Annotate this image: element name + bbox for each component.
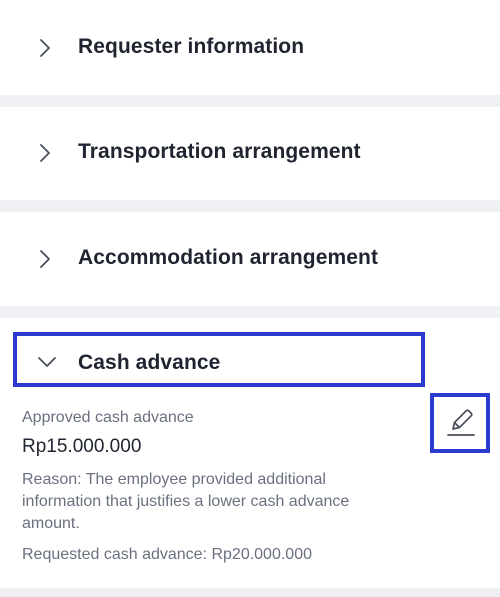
chevron-right-icon (40, 144, 50, 162)
cash-advance-toggle[interactable]: Cash advance (13, 332, 425, 387)
transportation-arrangement-toggle[interactable]: Transportation arrangement (0, 107, 500, 200)
chevron-down-icon (38, 357, 56, 367)
approved-cash-advance-amount: Rp15.000.000 (22, 436, 142, 457)
edit-cash-advance-button[interactable] (430, 393, 490, 453)
cash-advance-reason: Reason: The employee provided additional… (22, 471, 350, 532)
requester-information-title: Requester information (78, 35, 305, 58)
requester-information-section: Requester information (0, 0, 500, 95)
cash-advance-title: Cash advance (78, 351, 221, 374)
chevron-right-icon (40, 39, 50, 57)
transportation-arrangement-section: Transportation arrangement (0, 107, 500, 200)
accommodation-arrangement-section: Accommodation arrangement (0, 212, 500, 306)
approved-cash-advance-label: Approved cash advance (22, 409, 194, 426)
cash-advance-section: Cash advance Approved cash advance Rp15.… (0, 318, 500, 588)
requester-information-toggle[interactable]: Requester information (0, 0, 500, 95)
accommodation-arrangement-title: Accommodation arrangement (78, 246, 379, 269)
travel-request-detail: Requester information Transportation arr… (0, 0, 500, 597)
accommodation-arrangement-toggle[interactable]: Accommodation arrangement (0, 212, 500, 306)
transportation-arrangement-title: Transportation arrangement (78, 140, 361, 163)
chevron-right-icon (40, 250, 50, 268)
pencil-icon (447, 409, 475, 436)
requested-cash-advance: Requested cash advance: Rp20.000.000 (22, 546, 312, 563)
